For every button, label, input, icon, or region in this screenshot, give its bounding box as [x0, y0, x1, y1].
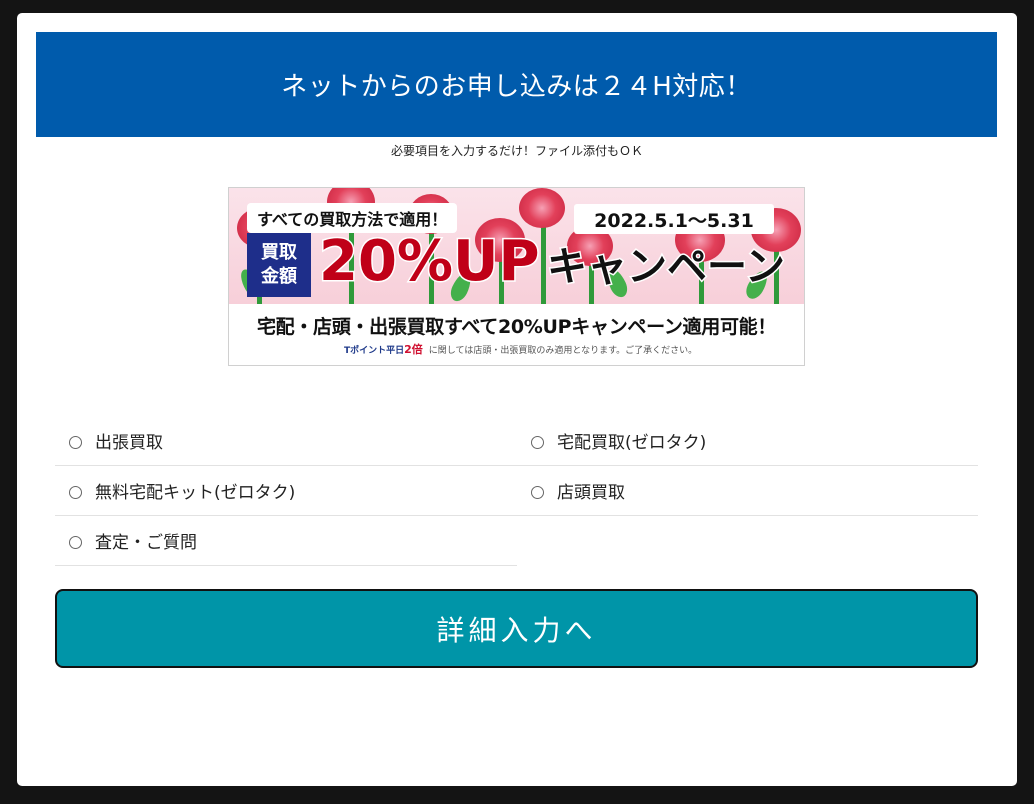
divider: [55, 565, 517, 566]
banner-price-box: 買取 金額: [247, 233, 311, 297]
option-label: 出張買取: [95, 432, 163, 453]
campaign-banner: すべての買取方法で適用！ 2022.5.1〜5.31 買取 金額 20%UP キ…: [228, 187, 805, 366]
banner-campaign: キャンペーン: [546, 243, 787, 292]
banner-box-line1: 買取: [261, 242, 297, 263]
modal-dialog: ネットからのお申し込みは２４H対応！ 必要項目を入力するだけ！ファイル添付もＯＫ: [17, 13, 1017, 786]
header-banner: ネットからのお申し込みは２４H対応！: [36, 32, 997, 137]
option-takuhai[interactable]: 宅配買取(ゼロタク): [517, 415, 978, 465]
banner-note: Tポイント平日2倍 に関しては店頭・出張買取のみ適用となります。ご了承ください。: [344, 341, 697, 357]
tpoint-logo-icon: Tポイント平日2倍: [344, 341, 423, 357]
subtitle: 必要項目を入力するだけ！ファイル添付もＯＫ: [390, 144, 643, 158]
banner-bottom: 宅配・店頭・出張買取すべて20%UPキャンペーン適用可能！ Tポイント平日2倍 …: [229, 304, 804, 365]
next-button-label: 詳細入力へ: [436, 613, 597, 647]
radio-button[interactable]: [531, 435, 544, 449]
next-detail-button[interactable]: 詳細入力へ: [55, 589, 978, 668]
tpoint-multiplier: 2倍: [404, 343, 423, 356]
option-label: 無料宅配キット(ゼロタク): [95, 482, 296, 503]
option-shuccho[interactable]: 出張買取: [55, 415, 517, 465]
radio-button[interactable]: [69, 485, 82, 499]
banner-bottom-line: 宅配・店頭・出張買取すべて20%UPキャンペーン適用可能！: [256, 316, 777, 338]
option-tento[interactable]: 店頭買取: [517, 465, 978, 515]
banner-percent: 20%UP: [318, 228, 542, 295]
option-label: 店頭買取: [557, 482, 625, 503]
option-label: 査定・ご質問: [95, 532, 197, 553]
option-label: 宅配買取(ゼロタク): [557, 432, 707, 453]
banner-note-text: に関しては店頭・出張買取のみ適用となります。ご了承ください。: [428, 345, 698, 356]
tpoint-label: Tポイント平日: [344, 346, 405, 356]
radio-button[interactable]: [531, 485, 544, 499]
option-free-kit[interactable]: 無料宅配キット(ゼロタク): [55, 465, 517, 515]
flower-icon: [519, 188, 565, 228]
banner-date: 2022.5.1〜5.31: [574, 204, 774, 234]
banner-top: すべての買取方法で適用！ 2022.5.1〜5.31 買取 金額 20%UP キ…: [229, 188, 804, 304]
radio-button[interactable]: [69, 435, 82, 449]
option-inquiry[interactable]: 査定・ご質問: [55, 515, 517, 565]
banner-box-line2: 金額: [261, 266, 297, 287]
radio-button[interactable]: [69, 535, 82, 549]
header-title: ネットからのお申し込みは２４H対応！: [281, 72, 752, 102]
